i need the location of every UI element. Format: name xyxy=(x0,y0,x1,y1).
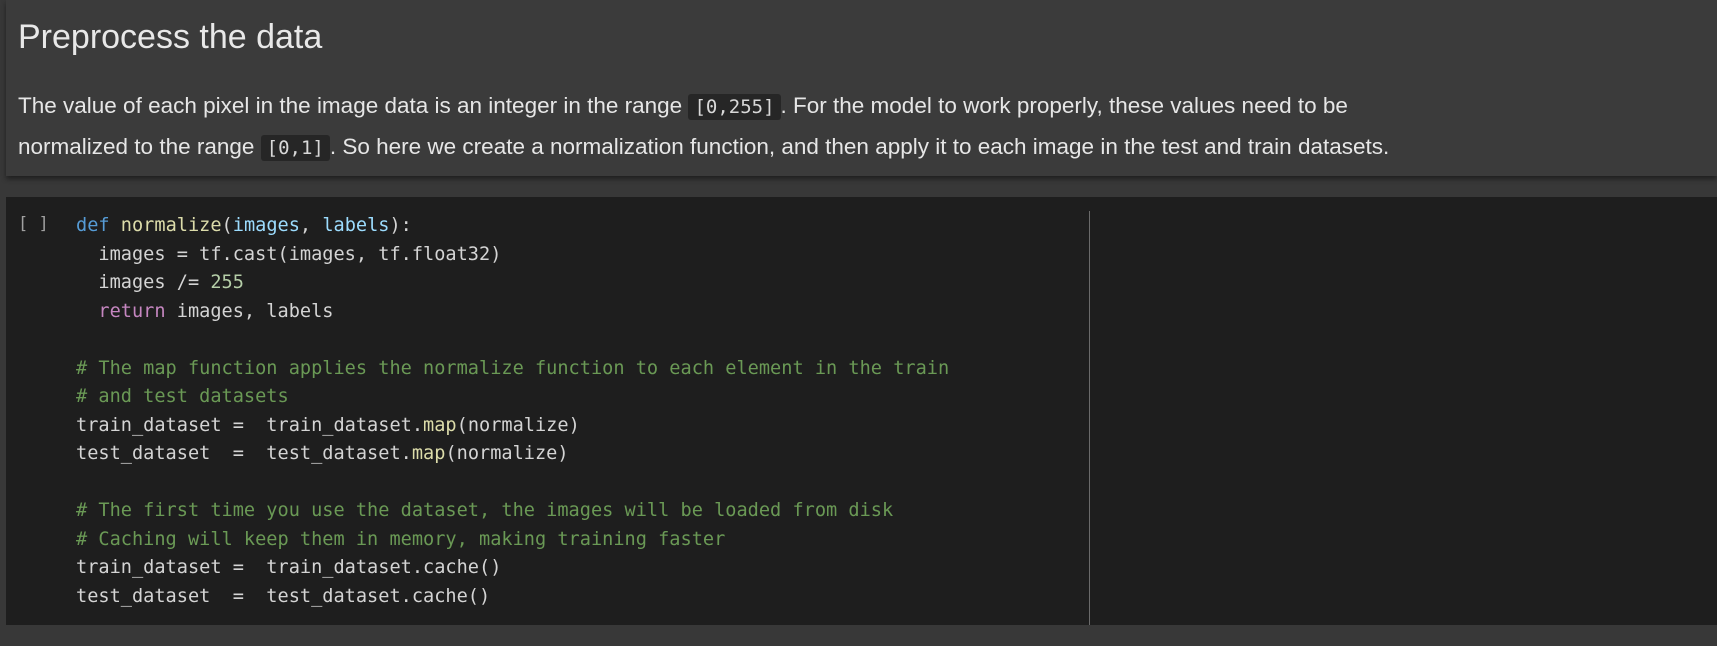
method-name: map xyxy=(423,414,457,436)
code-line: train_dataset = train_dataset.map(normal… xyxy=(76,412,1066,441)
paragraph-text: . So here we create a normalization func… xyxy=(329,134,1390,159)
paragraph-text: The value of each pixel in the image dat… xyxy=(18,93,689,118)
code-line: test_dataset = test_dataset.cache() xyxy=(76,585,491,607)
code-text: , xyxy=(299,215,323,236)
code-editor[interactable]: def normalize(images, labels): images = … xyxy=(76,212,1066,611)
code-line: images /= 255 xyxy=(76,269,1066,298)
notebook-page: Preprocess the data The value of each pi… xyxy=(0,0,1717,646)
code-text: images, labels xyxy=(165,300,334,322)
run-cell-button[interactable]: [ ] xyxy=(18,214,49,234)
code-comment: # and test datasets xyxy=(76,386,289,407)
code-text: test_dataset = test_dataset. xyxy=(76,443,412,464)
code-line: train_dataset = train_dataset.cache() xyxy=(76,557,502,578)
keyword: def xyxy=(76,215,110,236)
markdown-paragraph: The value of each pixel in the image dat… xyxy=(18,86,1698,168)
inline-code: [0,255] xyxy=(688,94,781,120)
code-text: (normalize) xyxy=(445,443,569,464)
code-text: ( xyxy=(221,215,233,236)
paragraph-text: normalized to the range xyxy=(18,134,261,159)
parameter: images xyxy=(232,215,300,236)
code-text: (normalize) xyxy=(456,414,580,436)
code-text: train_dataset = train_dataset. xyxy=(76,414,424,436)
code-comment: # The map function applies the normalize… xyxy=(76,357,950,379)
parameter: labels xyxy=(322,215,390,236)
markdown-cell[interactable]: Preprocess the data The value of each pi… xyxy=(6,0,1717,176)
section-heading: Preprocess the data xyxy=(18,18,323,56)
code-text: ): xyxy=(389,215,412,236)
code-line: def normalize(images, labels): xyxy=(76,212,1066,241)
paragraph-text: . For the model to work properly, these … xyxy=(780,93,1348,118)
method-name: map xyxy=(411,443,446,464)
function-name: normalize xyxy=(120,215,222,236)
inline-code: [0,1] xyxy=(260,135,330,161)
code-line: test_dataset = test_dataset.map(normaliz… xyxy=(76,440,1066,469)
column-ruler xyxy=(1089,211,1090,625)
code-line: images = tf.cast(images, tf.float32) xyxy=(76,243,502,265)
code-comment: # Caching will keep them in memory, maki… xyxy=(76,528,726,550)
keyword: return xyxy=(98,300,166,322)
code-text: images /= xyxy=(76,272,211,293)
code-comment: # The first time you use the dataset, th… xyxy=(76,500,894,521)
code-cell[interactable]: [ ] def normalize(images, labels): image… xyxy=(6,197,1717,625)
number-literal: 255 xyxy=(210,272,244,293)
code-line: return images, labels xyxy=(76,298,1066,327)
